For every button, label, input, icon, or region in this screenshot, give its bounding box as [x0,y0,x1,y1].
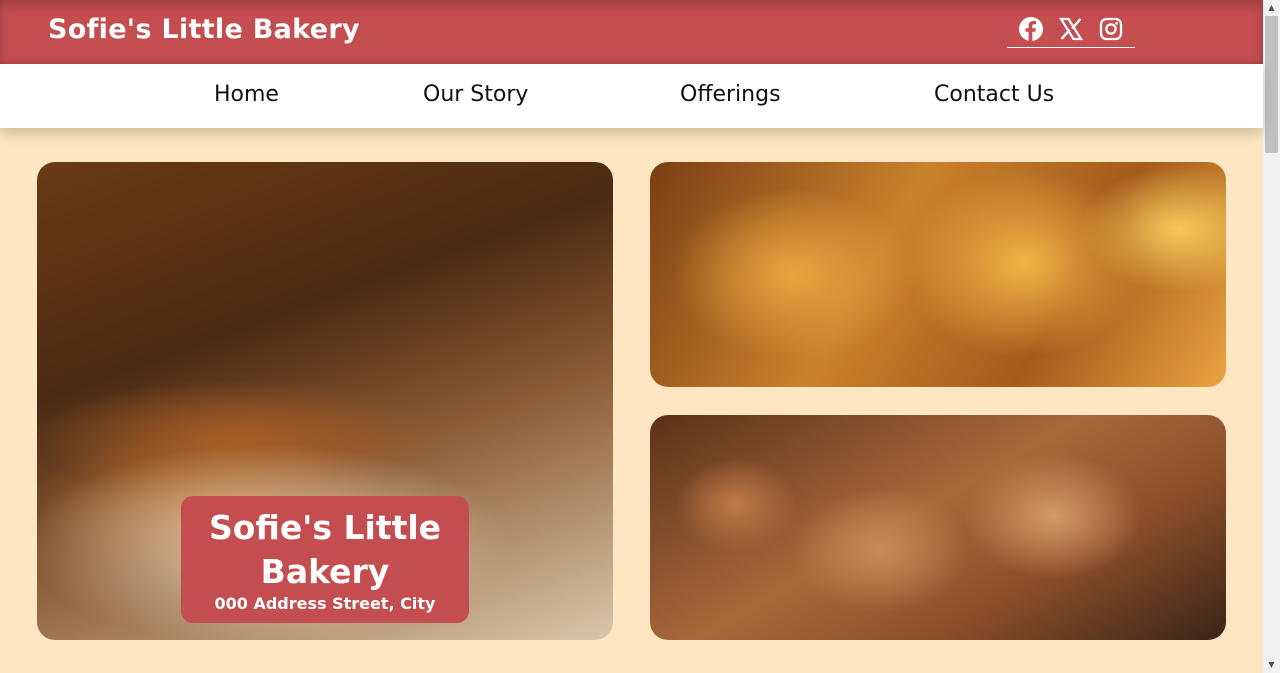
hero-info-box: Sofie's Little Bakery 000 Address Street… [181,496,469,623]
nav-our-story[interactable]: Our Story [423,82,528,107]
scroll-up-arrow-icon[interactable]: ▲ [1263,0,1280,16]
facebook-icon[interactable] [1018,16,1044,42]
nav-contact-us[interactable]: Contact Us [934,82,1054,107]
top-header: Sofie's Little Bakery [0,0,1263,64]
social-links [1007,16,1135,48]
nav-offerings[interactable]: Offerings [680,82,781,107]
nav-home[interactable]: Home [214,82,279,107]
pain-aux-raisins-image [650,415,1226,640]
x-icon[interactable] [1058,16,1084,42]
scroll-down-arrow-icon[interactable]: ▼ [1263,657,1280,673]
main-nav: Home Our Story Offerings Contact Us [0,64,1263,128]
scrollbar-thumb[interactable] [1265,16,1278,153]
instagram-icon[interactable] [1098,16,1124,42]
croissants-image [650,162,1226,387]
hero-title: Sofie's Little Bakery [208,508,442,591]
hero-address: 000 Address Street, City [214,594,436,613]
page-scrollbar[interactable]: ▲ ▼ [1263,0,1280,673]
brand-title[interactable]: Sofie's Little Bakery [48,14,360,45]
